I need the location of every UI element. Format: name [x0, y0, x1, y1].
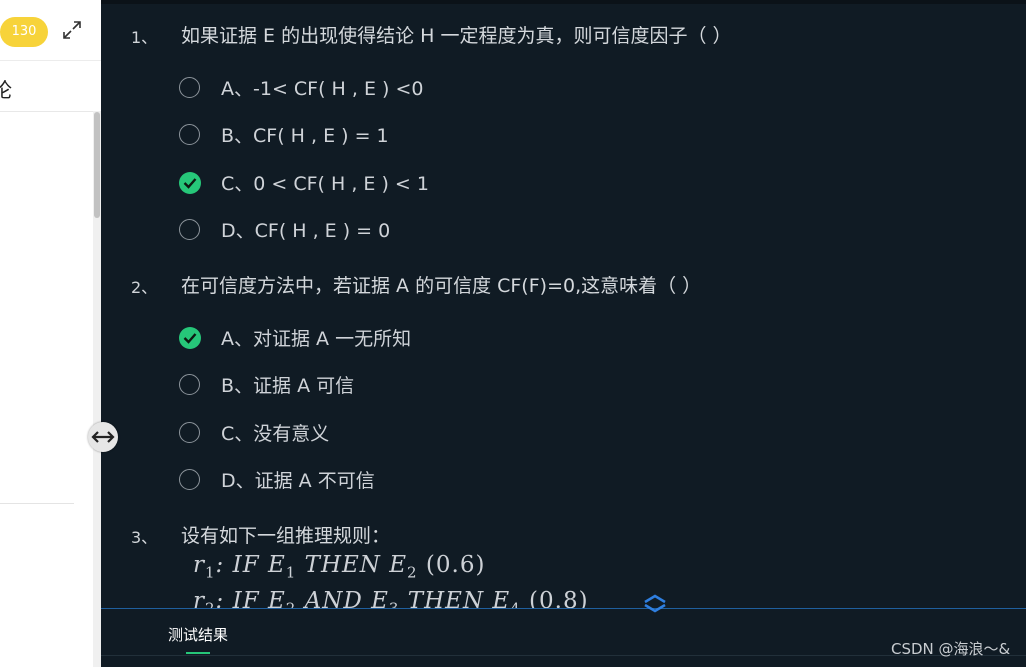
formula-sub: 2 — [407, 563, 418, 582]
left-title-row: 论 — [0, 61, 101, 112]
option-2c[interactable]: C、没有意义 — [179, 419, 579, 449]
bottom-bar: 测试结果 — [101, 608, 1026, 667]
radio-unchecked-icon[interactable] — [179, 124, 200, 145]
option-2a[interactable]: A、对证据 A 一无所知 — [179, 324, 579, 354]
formula-cf: (0.6) — [417, 552, 486, 578]
formula-part: THEN E — [296, 552, 408, 578]
question-text: 设有如下一组推理规则： — [181, 525, 391, 547]
question-text: 如果证据 E 的出现使得结论 H 一定程度为真，则可信度因子（ ） — [181, 25, 732, 47]
option-2b[interactable]: B、证据 A 可信 — [179, 371, 579, 401]
left-panel: 130 论 — [0, 0, 101, 667]
formula-rule-1: r1: IF E1 THEN E2 (0.6) — [193, 552, 485, 582]
bottom-divider — [101, 655, 1026, 656]
option-label: B、证据 A 可信 — [221, 375, 355, 397]
radio-unchecked-icon[interactable] — [179, 469, 200, 490]
score-badge: 130 — [0, 17, 48, 47]
left-scrollbar-thumb[interactable] — [94, 112, 100, 218]
option-2d[interactable]: D、证据 A 不可信 — [179, 466, 579, 496]
resize-horizontal-icon[interactable] — [88, 422, 118, 452]
option-label: C、0 < CF( H , E ) < 1 — [221, 173, 429, 195]
tab-active-indicator — [186, 652, 210, 654]
option-1a[interactable]: A、-1< CF( H , E ) <0 — [179, 74, 579, 104]
formula-r: r — [193, 552, 205, 578]
option-1b[interactable]: B、CF( H , E ) = 1 — [179, 121, 579, 151]
option-label: A、对证据 A 一无所知 — [221, 328, 412, 350]
formula-sub: 1 — [205, 563, 216, 582]
formula-part: : IF E — [215, 552, 286, 578]
option-1c[interactable]: C、0 < CF( H , E ) < 1 — [179, 169, 579, 199]
top-bar — [101, 0, 1026, 4]
question-text: 在可信度方法中，若证据 A 的可信度 CF(F)=0,这意味着（ ） — [181, 275, 702, 297]
radio-unchecked-icon[interactable] — [179, 77, 200, 98]
left-header: 130 — [0, 0, 101, 61]
check-icon[interactable] — [179, 172, 201, 194]
question-number: 2、 — [131, 278, 158, 297]
option-label: C、没有意义 — [221, 423, 330, 445]
watermark: CSDN @海浪～& — [891, 640, 1011, 658]
left-title: 论 — [0, 78, 12, 102]
option-label: A、-1< CF( H , E ) <0 — [221, 78, 424, 100]
check-icon[interactable] — [179, 327, 201, 349]
radio-unchecked-icon[interactable] — [179, 219, 200, 240]
option-label: D、CF( H , E ) = 0 — [221, 220, 391, 242]
question-panel: 1、 如果证据 E 的出现使得结论 H 一定程度为真，则可信度因子（ ） A、-… — [101, 0, 1026, 667]
tab-test-result[interactable]: 测试结果 — [168, 624, 228, 645]
option-1d[interactable]: D、CF( H , E ) = 0 — [179, 216, 579, 246]
expand-icon[interactable] — [62, 20, 82, 40]
left-divider — [0, 503, 74, 504]
formula-sub: 1 — [285, 563, 297, 582]
option-label: D、证据 A 不可信 — [221, 470, 375, 492]
question-number: 3、 — [131, 528, 158, 547]
collapse-icon[interactable] — [641, 593, 669, 613]
radio-unchecked-icon[interactable] — [179, 422, 200, 443]
radio-unchecked-icon[interactable] — [179, 374, 200, 395]
question-number: 1、 — [131, 28, 158, 47]
option-label: B、CF( H , E ) = 1 — [221, 125, 389, 147]
